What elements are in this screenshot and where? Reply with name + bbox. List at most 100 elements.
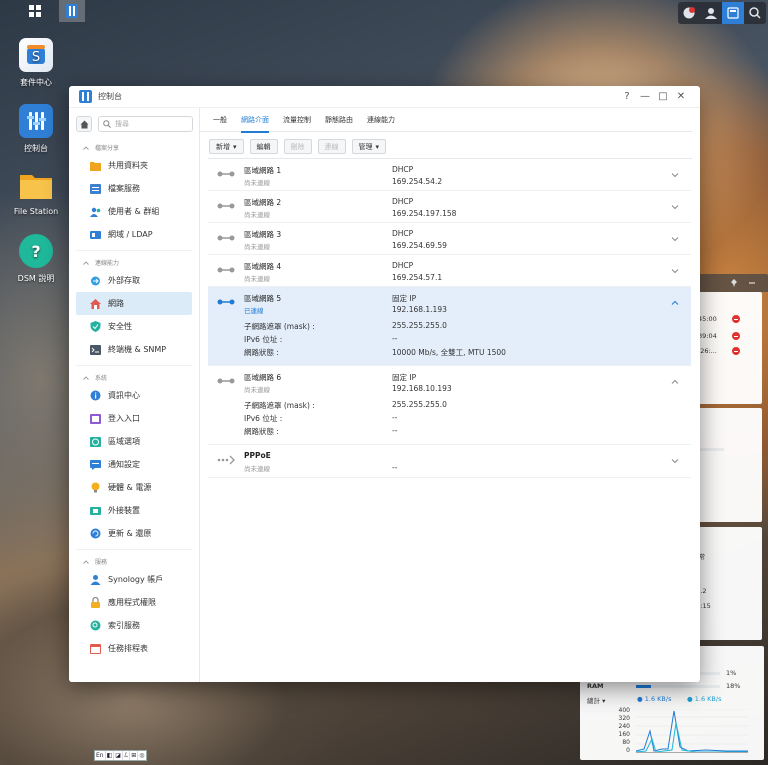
pin-icon[interactable] [730,279,738,287]
sidebar-item-label: 區域選項 [108,437,140,446]
user-button[interactable] [700,2,722,24]
tab-network-interface[interactable]: 網路介面 [241,108,269,133]
minimize-button[interactable]: — [636,91,654,102]
ime-option[interactable]: ◎ [138,751,146,760]
detail-value: -- [392,413,398,422]
window-titlebar[interactable]: 控制台 ? — □ ✕ [69,86,700,108]
log-time: 39:04 [698,332,717,340]
sidebar-item-security[interactable]: 安全性 [76,315,192,338]
interface-row-lan4[interactable]: 區域網路 4 尚未連線 DHCP 169.254.57.1 [208,255,691,287]
interface-row-lan5[interactable]: 區域網路 5 已連線 固定 IP 192.168.1.193 子網路遮罩 (ma… [208,287,691,366]
home-button[interactable] [76,116,92,132]
tab-static-route[interactable]: 靜態路由 [325,115,353,125]
create-button[interactable]: 新增 ▾ [209,139,244,154]
chevron-down-icon[interactable] [671,457,679,465]
manage-button[interactable]: 管理 ▾ [351,139,387,154]
sidebar-item-network[interactable]: 網路 [76,292,192,315]
sidebar-item-info-center[interactable]: 資訊中心 [76,384,192,407]
chevron-down-icon[interactable] [671,203,679,211]
log-remove-icon[interactable] [732,332,740,340]
control-panel-icon [79,90,92,103]
desktop-icon-label: DSM 說明 [17,274,55,283]
interface-row-lan6[interactable]: 區域網路 6 尚未連線 固定 IP 192.168.10.193 子網路遮罩 (… [208,366,691,445]
maximize-button[interactable]: □ [654,91,672,102]
sidebar-item-notification[interactable]: 通知設定 [76,453,192,476]
detail-label: 子網路遮罩 (mask) : [244,401,315,410]
sidebar-item-hardware-power[interactable]: 硬體 & 電源 [76,476,192,499]
sidebar-item-terminal-snmp[interactable]: 終端機 & SNMP [76,338,192,361]
tab-connectivity[interactable]: 連線能力 [367,115,395,125]
detail-value: -- [392,426,398,435]
log-remove-icon[interactable] [732,347,740,355]
widgets-button[interactable] [722,2,744,24]
sidebar-item-label: 檔案服務 [108,184,140,193]
desktop-icon-control-panel[interactable]: 控制台 [1,104,71,154]
ime-mode[interactable]: En [95,751,105,760]
ime-option[interactable]: ◪ [114,751,122,760]
interface-name: PPPoE [244,451,271,460]
delete-button[interactable]: 刪除 [283,139,312,154]
interface-status: 尚未連線 [244,179,270,187]
sidebar-item-update-restore[interactable]: 更新 & 還原 [76,522,192,545]
domain-icon [90,229,101,240]
section-header-services[interactable]: 服務 [69,550,199,568]
ram-percent: 18% [726,682,741,690]
chevron-down-icon[interactable] [671,235,679,243]
detail-label: IPv6 位址 : [244,414,283,423]
ime-option[interactable]: ℒ [122,751,130,760]
interface-name: 區域網路 2 [244,198,282,207]
log-remove-icon[interactable] [732,315,740,323]
chevron-up-icon[interactable] [671,378,679,386]
sidebar-item-external-access[interactable]: 外部存取 [76,269,192,292]
notification-button[interactable] [678,2,700,24]
chevron-down-icon[interactable] [671,267,679,275]
ime-option[interactable]: ⊞ [130,751,138,760]
chevron-down-icon[interactable] [671,171,679,179]
sidebar-item-domain-ldap[interactable]: 網域 / LDAP [76,223,192,246]
section-header-connectivity[interactable]: 連線能力 [69,251,199,269]
minimize-icon[interactable] [748,279,756,287]
detail-label: IPv6 位址 : [244,335,283,344]
sidebar-item-file-services[interactable]: 檔案服務 [76,177,192,200]
interface-ip: 169.254.57.1 [392,273,443,282]
chevron-up-icon[interactable] [671,299,679,307]
edit-button[interactable]: 編輯 [249,139,278,154]
desktop-icon-file-station[interactable]: File Station [1,168,71,216]
interface-name: 區域網路 1 [244,166,282,175]
desktop-icon-package-center[interactable]: S 套件中心 [1,38,71,88]
interface-row-lan1[interactable]: 區域網路 1 尚未連線 DHCP 169.254.54.2 [208,159,691,191]
sidebar: 搜尋 檔案分享 共用資料夾 檔案服務 使用者 & 群組 網域 / LDAP 連線… [69,108,200,682]
interface-row-lan2[interactable]: 區域網路 2 尚未連線 DHCP 169.254.197.158 [208,191,691,223]
interface-row-lan3[interactable]: 區域網路 3 尚未連線 DHCP 169.254.69.59 [208,223,691,255]
interface-status: 尚未連線 [244,243,270,251]
connect-button[interactable]: 連線 [317,139,346,154]
disconnected-lan-icon [217,235,235,241]
tab-general[interactable]: 一般 [213,115,227,125]
taskbar-control-panel-button[interactable] [59,0,85,22]
sidebar-item-users-groups[interactable]: 使用者 & 群組 [76,200,192,223]
control-panel-window: 控制台 ? — □ ✕ 搜尋 檔案分享 共用資料夾 檔案服務 使用者 & 群組 … [69,86,700,682]
sidebar-item-synology-account[interactable]: Synology 帳戶 [76,568,192,591]
ime-option[interactable]: ◧ [105,751,114,760]
sidebar-item-shared-folder[interactable]: 共用資料夾 [76,154,192,177]
sidebar-item-indexing-service[interactable]: 索引服務 [76,614,192,637]
sidebar-item-app-privileges[interactable]: 應用程式權限 [76,591,192,614]
tab-traffic-control[interactable]: 流量控制 [283,115,311,125]
disconnected-lan-icon [217,378,235,384]
sidebar-item-label: 資訊中心 [108,391,140,400]
main-menu-button[interactable] [22,0,48,22]
section-header-system[interactable]: 系統 [69,366,199,384]
total-dropdown[interactable]: 總計 ▾ [587,695,605,705]
close-button[interactable]: ✕ [672,91,690,102]
desktop-icon-dsm-help[interactable]: ? DSM 說明 [1,234,71,284]
search-button[interactable] [744,2,766,24]
sidebar-item-task-scheduler[interactable]: 任務排程表 [76,637,192,660]
section-header-file-sharing[interactable]: 檔案分享 [69,136,199,154]
sidebar-search-input[interactable]: 搜尋 [98,116,193,132]
help-button[interactable]: ? [618,91,636,102]
sidebar-item-regional-options[interactable]: 區域選項 [76,430,192,453]
interface-row-pppoe[interactable]: PPPoE 尚未連線 -- [208,445,691,478]
sidebar-item-login-portal[interactable]: 登入入口 [76,407,192,430]
detail-label: 網路狀態 : [244,348,279,357]
sidebar-item-external-devices[interactable]: 外接裝置 [76,499,192,522]
